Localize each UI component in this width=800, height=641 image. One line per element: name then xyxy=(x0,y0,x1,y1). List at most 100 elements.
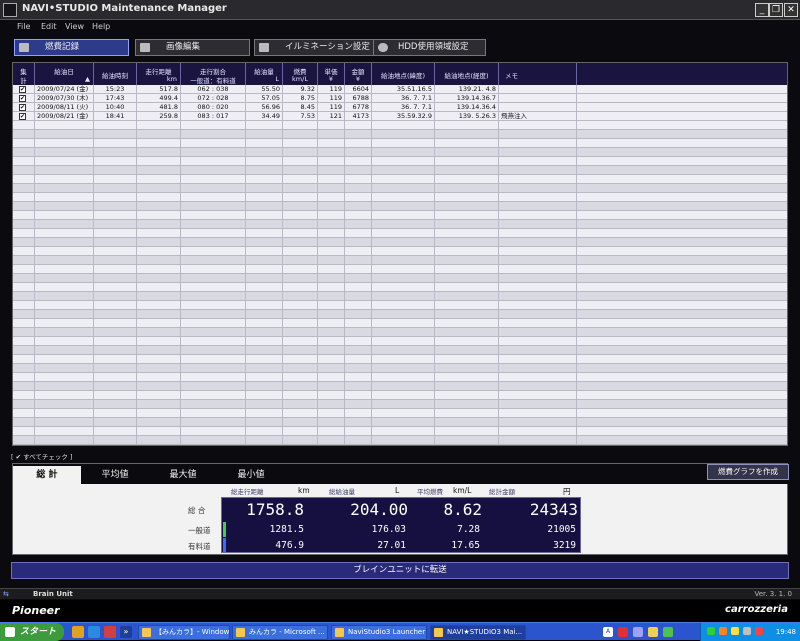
cell-check xyxy=(13,274,35,283)
cell-unit_price xyxy=(318,328,345,337)
tray-volume-icon[interactable] xyxy=(731,627,739,635)
cell-ratio xyxy=(181,373,246,382)
minimize-button[interactable]: _ xyxy=(755,3,769,17)
ime-help-icon[interactable] xyxy=(648,627,658,637)
taskbar-window-minkara-explorer[interactable]: 【みんカラ】- Window... xyxy=(138,625,230,640)
col-memo[interactable]: メモ xyxy=(499,63,577,85)
ime-icon[interactable]: A xyxy=(603,627,613,637)
tray-alert-icon[interactable] xyxy=(755,627,763,635)
include-checkbox[interactable]: ✔ xyxy=(19,104,26,111)
include-checkbox[interactable]: ✔ xyxy=(19,95,26,102)
close-button[interactable]: ✕ xyxy=(784,3,798,17)
cell-distance xyxy=(137,337,181,346)
col-date[interactable]: 給油日 ▲ xyxy=(35,63,94,85)
cell-lat: 36. 7. 7.1 xyxy=(372,103,435,112)
menu-help[interactable]: Help xyxy=(92,22,110,31)
col-latitude[interactable]: 給油地点(緯度) xyxy=(372,63,435,85)
cell-distance: 481.8 xyxy=(137,103,181,112)
cell-fuel: 57.05 xyxy=(246,94,283,103)
cell-fuel: 55.50 xyxy=(246,85,283,94)
cell-lat xyxy=(372,229,435,238)
cell-lon xyxy=(435,301,499,310)
table-row[interactable]: ✔ 2009/07/30 (木) 17:43 499.4 072 : 028 57.05 8… xyxy=(13,94,787,103)
quicklaunch-media-icon[interactable] xyxy=(104,626,116,638)
cell-lon xyxy=(435,220,499,229)
cell-time xyxy=(94,148,137,157)
tab-total[interactable]: 総 計 xyxy=(13,466,81,484)
col-include[interactable]: 集計 xyxy=(13,63,35,85)
tab-fuel-log[interactable]: 燃費記録 xyxy=(14,39,129,56)
taskbar-window-minkara-word[interactable]: みんカラ - Microsoft ... xyxy=(232,625,328,640)
cell-fuel xyxy=(246,193,283,202)
start-button[interactable]: スタート xyxy=(0,623,64,641)
cell-distance xyxy=(137,373,181,382)
menu-file[interactable]: File xyxy=(17,22,30,31)
restore-button[interactable]: ❐ xyxy=(769,3,783,17)
check-all-link[interactable]: [ ✔ すべてチェック ] xyxy=(11,451,73,461)
tab-illumination[interactable]: イルミネーション設定 xyxy=(254,39,380,56)
tab-hdd-settings[interactable]: HDD使用領域設定 xyxy=(373,39,486,56)
menu-edit[interactable]: Edit xyxy=(41,22,57,31)
cell-lon xyxy=(435,193,499,202)
include-checkbox[interactable]: ✔ xyxy=(19,86,26,93)
cell-filler xyxy=(577,202,787,211)
table-row[interactable]: ✔ 2009/08/11 (火) 10:40 481.8 080 : 020 56.96 8… xyxy=(13,103,787,112)
ime-pad-icon[interactable] xyxy=(633,627,643,637)
cell-ratio xyxy=(181,247,246,256)
cell-time xyxy=(94,346,137,355)
tab-average[interactable]: 平均値 xyxy=(81,466,149,484)
cell-date xyxy=(35,364,94,373)
cell-date xyxy=(35,436,94,445)
col-unit-price[interactable]: 単価 ¥ xyxy=(318,63,345,85)
menu-view[interactable]: View xyxy=(65,22,84,31)
cell-lon xyxy=(435,319,499,328)
cell-filler xyxy=(577,355,787,364)
table-row[interactable]: ✔ 2009/08/21 (金) 18:41 259.8 083 : 017 34.49 7… xyxy=(13,112,787,121)
table-row[interactable]: ✔ 2009/07/24 (金) 15:23 517.8 062 : 038 55.50 9… xyxy=(13,85,787,94)
cell-lon xyxy=(435,292,499,301)
title-bar[interactable]: NAVI•STUDIO Maintenance Manager _ ❐ ✕ xyxy=(0,0,800,20)
cell-memo xyxy=(499,328,577,337)
tab-min[interactable]: 最小値 xyxy=(217,466,285,484)
cell-fuel xyxy=(246,202,283,211)
col-mpg[interactable]: 燃費 km/L xyxy=(283,63,318,85)
cell-check xyxy=(13,391,35,400)
cell-mpg xyxy=(283,211,318,220)
table-row-empty xyxy=(13,148,787,157)
cell-fuel xyxy=(246,373,283,382)
header-total-fuel: 総給油量 xyxy=(329,488,355,496)
col-fuel[interactable]: 給油量 L xyxy=(246,63,283,85)
tray-network-icon[interactable] xyxy=(707,627,715,635)
col-amount[interactable]: 金額 ¥ xyxy=(345,63,372,85)
cell-filler xyxy=(577,85,787,94)
cell-amount xyxy=(345,400,372,409)
create-graph-button[interactable]: 燃費グラフを作成 xyxy=(707,464,789,480)
tray-usb-icon[interactable] xyxy=(743,627,751,635)
table-row-empty xyxy=(13,265,787,274)
cell-filler xyxy=(577,427,787,436)
col-ratio[interactable]: 走行割合 一般道：有料道 xyxy=(181,63,246,85)
cell-lat xyxy=(372,121,435,130)
include-checkbox[interactable]: ✔ xyxy=(19,113,26,120)
cell-fuel xyxy=(246,310,283,319)
tray-security-icon[interactable] xyxy=(719,627,727,635)
transfer-to-brain-unit-button[interactable]: ブレインユニットに転送 xyxy=(11,562,789,579)
cell-time xyxy=(94,274,137,283)
tab-max[interactable]: 最大値 xyxy=(149,466,217,484)
quicklaunch-browser-icon[interactable] xyxy=(72,626,84,638)
cell-memo xyxy=(499,148,577,157)
cell-filler xyxy=(577,400,787,409)
cell-mpg xyxy=(283,184,318,193)
tab-image-edit[interactable]: 画像編集 xyxy=(135,39,250,56)
col-longitude[interactable]: 給油地点(経度) xyxy=(435,63,499,85)
quicklaunch-ie-icon[interactable] xyxy=(88,626,100,638)
taskbar-window-maintenance[interactable]: NAVI★STUDIO3 Mai... xyxy=(430,625,526,640)
quicklaunch-more-icon[interactable]: » xyxy=(120,626,132,638)
col-time[interactable]: 給油時刻 xyxy=(94,63,137,85)
cell-date xyxy=(35,202,94,211)
cell-ratio xyxy=(181,256,246,265)
ime-tool-icon[interactable] xyxy=(618,627,628,637)
taskbar-window-launcher[interactable]: NaviStudio3 Launcher xyxy=(331,625,427,640)
col-distance[interactable]: 走行距離 km xyxy=(137,63,181,85)
ime-option-icon[interactable] xyxy=(663,627,673,637)
